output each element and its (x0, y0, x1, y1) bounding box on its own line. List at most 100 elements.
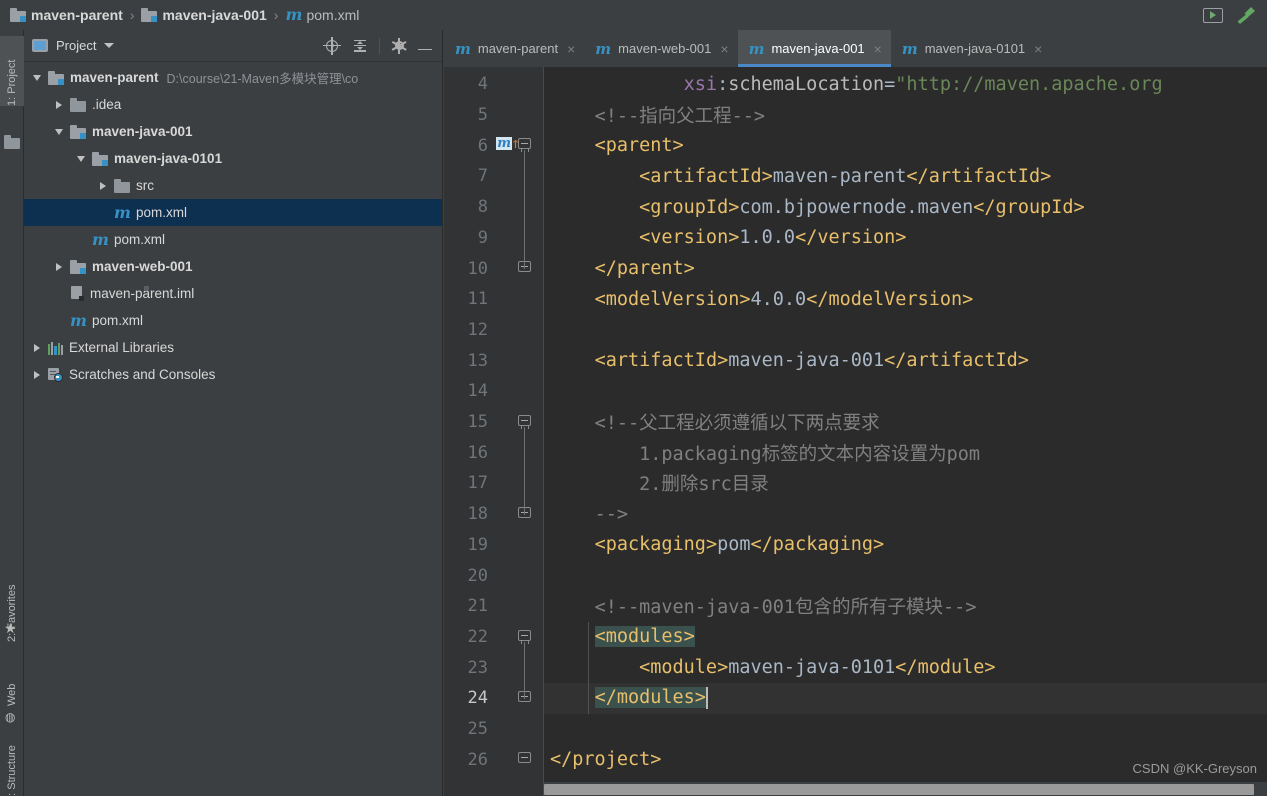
tree-item-maven-java-0101[interactable]: maven-java-0101 (24, 145, 442, 172)
tree-item--idea[interactable]: .idea (24, 91, 442, 118)
fold-open-icon[interactable] (518, 629, 532, 644)
code-line[interactable]: </parent> (544, 253, 1267, 284)
tree-item-maven-java-001[interactable]: maven-java-001 (24, 118, 442, 145)
tool-window-structure[interactable]: 7: Structure (0, 720, 24, 796)
line-number: 20 (467, 565, 488, 586)
tree-item-maven-parent[interactable]: maven-parent D:\course\21-Maven多模块管理\co (24, 64, 442, 91)
close-icon[interactable]: × (567, 42, 575, 56)
tree-item-pom-xml[interactable]: m pom.xml (24, 226, 442, 253)
run-icon[interactable] (1203, 7, 1223, 23)
code-line[interactable]: <artifactId>maven-parent</artifactId> (544, 161, 1267, 192)
code-line[interactable] (544, 560, 1267, 591)
code-line[interactable] (544, 376, 1267, 407)
code-content[interactable]: xsi:schemaLocation="http://maven.apache.… (544, 67, 1267, 796)
editor-tab-maven-parent[interactable]: m maven-parent × (444, 30, 584, 67)
breadcrumb-item-maven-parent[interactable]: maven-parent (10, 0, 123, 30)
editor-tab-label: maven-parent (477, 41, 559, 56)
text-caret (705, 687, 708, 710)
tool-window-project[interactable]: 1: Project (0, 36, 24, 106)
code-line[interactable]: </modules> (544, 683, 1267, 714)
chevron-right-icon[interactable] (30, 370, 44, 379)
code-line[interactable]: <!--maven-java-001包含的所有子模块--> (544, 591, 1267, 622)
editor-gutter[interactable]: 4 5 6 m ↑ 7 8 9 10 11 12 13 14 15 16 17 18 19 20 21 22 23 24 25… (444, 67, 544, 796)
maven-m-icon: m (114, 202, 131, 222)
project-view-icon (32, 39, 48, 52)
code-line-text: <modelVersion>4.0.0</modelVersion> (594, 288, 974, 310)
fold-open-icon[interactable] (518, 414, 532, 429)
tree-item-maven-web-001[interactable]: maven-web-001 (24, 253, 442, 280)
line-number: 23 (467, 657, 488, 678)
chevron-right-icon[interactable] (52, 262, 66, 271)
code-line-text: </modules> (594, 687, 708, 710)
fold-close-icon[interactable] (518, 691, 532, 705)
code-line[interactable]: xsi:schemaLocation="http://maven.apache.… (544, 69, 1267, 100)
gear-icon[interactable] (390, 37, 408, 55)
collapse-all-icon[interactable] (351, 37, 369, 55)
editor-tab-maven-java-0101[interactable]: m maven-java-0101 × (891, 30, 1052, 67)
close-icon[interactable]: × (874, 42, 882, 56)
fold-open-icon[interactable] (518, 138, 532, 153)
breadcrumb-separator: › (273, 7, 279, 23)
chevron-down-icon[interactable] (104, 43, 115, 48)
hammer-icon[interactable] (1235, 5, 1257, 25)
tree-item-scratches-and-consoles[interactable]: Scratches and Consoles (24, 361, 442, 388)
code-line-text: <artifactId>maven-parent</artifactId> (639, 165, 1052, 187)
breadcrumb-item-maven-java-001[interactable]: maven-java-001 (141, 0, 267, 30)
close-icon[interactable]: × (720, 42, 728, 56)
code-line-text: <version>1.0.0</version> (639, 227, 907, 249)
code-line[interactable] (544, 315, 1267, 346)
chevron-down-icon[interactable] (30, 74, 44, 81)
tree-item-label: pom.xml (114, 232, 166, 247)
tree-item-maven-parent-iml[interactable]: maven-parent.iml (24, 280, 442, 307)
tree-item-pom-xml[interactable]: m pom.xml (24, 199, 442, 226)
code-line[interactable]: <!--指向父工程--> (544, 100, 1267, 131)
code-line-text: <artifactId>maven-java-001</artifactId> (594, 350, 1029, 372)
fold-close-icon[interactable] (518, 506, 532, 521)
tree-item-src[interactable]: src (24, 172, 442, 199)
module-folder-icon (141, 8, 158, 22)
chevron-right-icon[interactable] (96, 181, 110, 190)
scrollbar-thumb[interactable] (544, 784, 1254, 795)
indent-guide (588, 621, 589, 714)
code-line-text: <parent> (594, 135, 684, 157)
tree-item-external-libraries[interactable]: External Libraries (24, 334, 442, 361)
tree-item-label: pom.xml (92, 313, 144, 328)
horizontal-scrollbar[interactable] (544, 782, 1267, 796)
code-line[interactable]: <parent> (544, 130, 1267, 161)
code-line[interactable]: 1.packaging标签的文本内容设置为pom (544, 437, 1267, 468)
code-line[interactable]: <modules> (544, 622, 1267, 653)
breadcrumb-item-pom-xml[interactable]: m pom.xml (285, 0, 359, 30)
code-line[interactable] (544, 714, 1267, 745)
tree-item-pom-xml[interactable]: m pom.xml (24, 307, 442, 334)
code-editor[interactable]: 4 5 6 m ↑ 7 8 9 10 11 12 13 14 15 16 17 18 19 20 21 22 23 24 25… (444, 67, 1267, 796)
code-line[interactable]: <modelVersion>4.0.0</modelVersion> (544, 284, 1267, 315)
line-number: 16 (467, 442, 488, 463)
editor-tab-maven-web-001[interactable]: m maven-web-001 × (584, 30, 737, 67)
code-line[interactable]: <module>maven-java-0101</module> (544, 652, 1267, 683)
minus-icon[interactable] (418, 48, 432, 51)
code-line[interactable]: --> (544, 499, 1267, 530)
code-line-text: <modules> (594, 626, 695, 648)
code-line[interactable]: <groupId>com.bjpowernode.maven</groupId> (544, 192, 1267, 223)
tool-window-web[interactable]: Web (0, 650, 24, 706)
maven-parent-nav-icon[interactable]: m ↑ (496, 136, 520, 151)
line-number: 12 (467, 319, 488, 340)
fold-close-icon[interactable] (518, 261, 532, 275)
target-icon[interactable] (323, 36, 341, 55)
code-line[interactable]: <artifactId>maven-java-001</artifactId> (544, 345, 1267, 376)
code-line[interactable]: <!--父工程必须遵循以下两点要求 (544, 407, 1267, 438)
scratches-icon (48, 367, 63, 382)
editor-tab-maven-java-001[interactable]: m maven-java-001 × (737, 30, 892, 67)
tree-item-path: D:\course\21-Maven多模块管理\co (166, 72, 359, 86)
fold-close-icon[interactable] (518, 752, 532, 766)
code-line-text: <packaging>pom</packaging> (594, 534, 885, 556)
code-line[interactable]: 2.删除src目录 (544, 468, 1267, 499)
code-line[interactable]: <version>1.0.0</version> (544, 223, 1267, 254)
close-icon[interactable]: × (1034, 42, 1042, 56)
chevron-right-icon[interactable] (52, 100, 66, 109)
code-line[interactable]: <packaging>pom</packaging> (544, 530, 1267, 561)
chevron-down-icon[interactable] (74, 155, 88, 162)
chevron-right-icon[interactable] (30, 343, 44, 352)
iml-file-icon (70, 286, 149, 301)
chevron-down-icon[interactable] (52, 128, 66, 135)
